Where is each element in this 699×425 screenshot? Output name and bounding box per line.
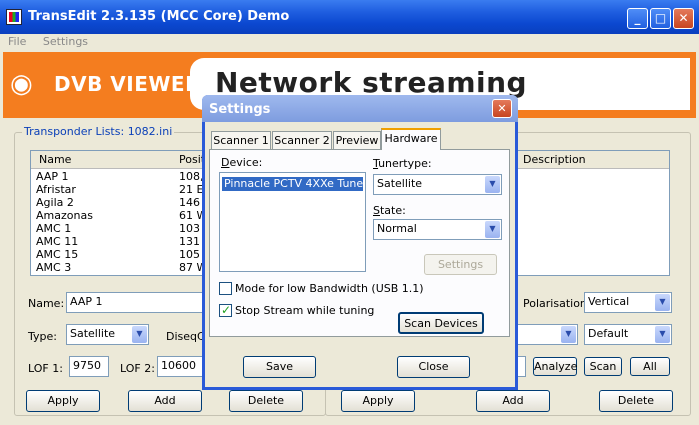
low-bandwidth-checkbox[interactable] xyxy=(219,282,232,295)
stop-stream-label: Stop Stream while tuning xyxy=(235,304,375,317)
low-bandwidth-label: Mode for low Bandwidth (USB 1.1) xyxy=(235,282,424,295)
list-item[interactable]: AMC 1 103 V xyxy=(36,223,209,235)
device-list[interactable]: Pinnacle PCTV 4XXe Tuner xyxy=(219,172,366,272)
maximize-icon[interactable]: □ xyxy=(650,8,671,29)
lof1-field[interactable]: 9750 xyxy=(69,356,109,377)
type-select[interactable]: Satellite ▼ xyxy=(66,324,149,345)
polarisation-select[interactable]: Vertical ▼ xyxy=(584,292,672,313)
column-description[interactable]: Description xyxy=(523,153,586,166)
broadcast-icon: ◉ xyxy=(10,69,33,99)
minimize-icon[interactable]: _ xyxy=(627,8,648,29)
stop-stream-checkbox[interactable] xyxy=(219,303,232,317)
menu-bar: File Settings xyxy=(0,34,699,50)
tab-scanner-2[interactable]: Scanner 2 xyxy=(272,131,332,149)
menu-file[interactable]: File xyxy=(0,34,31,48)
channel-add-button[interactable]: Add xyxy=(476,390,550,412)
analyze-button[interactable]: Analyze xyxy=(533,357,577,376)
scan-all-button[interactable]: All xyxy=(630,357,670,376)
name-field[interactable]: AAP 1 xyxy=(66,292,206,313)
scan-button[interactable]: Scan xyxy=(584,357,622,376)
dialog-title: Settings xyxy=(209,102,271,117)
close-button[interactable]: Close xyxy=(397,356,470,378)
list-item[interactable]: AMC 3 87 W xyxy=(36,262,207,274)
chevron-down-icon[interactable]: ▼ xyxy=(655,326,670,343)
diseqc-label: DiseqC xyxy=(166,330,205,343)
list-item[interactable]: AMC 11 131 V xyxy=(36,236,209,248)
list-item[interactable]: Agila 2 146 E xyxy=(36,197,209,209)
default-select[interactable]: Default ▼ xyxy=(584,324,672,345)
save-button[interactable]: Save xyxy=(243,356,316,378)
tab-preview[interactable]: Preview xyxy=(333,131,381,149)
list-item[interactable]: Amazonas 61 W xyxy=(36,210,207,222)
device-item-selected[interactable]: Pinnacle PCTV 4XXe Tuner xyxy=(222,177,365,191)
state-label: State: xyxy=(373,204,406,217)
state-select[interactable]: Normal ▼ xyxy=(373,219,502,240)
tunertype-label: Tunertype: xyxy=(373,157,432,170)
banner-logo: DVB VIEWER xyxy=(54,72,201,96)
list-item[interactable]: AMC 15 105 V xyxy=(36,249,209,261)
channel-list[interactable]: Description xyxy=(506,150,670,276)
chevron-down-icon[interactable]: ▼ xyxy=(655,294,670,311)
chevron-down-icon[interactable]: ▼ xyxy=(132,326,147,343)
transponder-lists-label: Transponder Lists: 1082.ini xyxy=(22,125,175,138)
apply-button[interactable]: Apply xyxy=(26,390,100,412)
settings-button[interactable]: Settings xyxy=(424,254,497,275)
channel-select[interactable]: ▼ xyxy=(512,324,578,345)
close-icon[interactable]: ✕ xyxy=(673,8,694,29)
tab-scanner-1[interactable]: Scanner 1 xyxy=(211,131,271,149)
channel-apply-button[interactable]: Apply xyxy=(341,390,415,412)
lof2-field[interactable]: 10600 xyxy=(157,356,203,377)
transponder-list[interactable]: Name Posit AAP 1 108,2 Afristar 21 E Agila… xyxy=(30,150,210,276)
scan-devices-button[interactable]: Scan Devices xyxy=(398,312,484,334)
lof1-label: LOF 1: xyxy=(28,362,63,375)
list-item[interactable]: Afristar 21 E xyxy=(36,184,203,196)
device-label: Device: xyxy=(221,156,263,169)
delete-button[interactable]: Delete xyxy=(229,390,303,412)
list-item[interactable]: AAP 1 108,2 xyxy=(36,171,209,183)
tab-hardware[interactable]: Hardware xyxy=(381,128,441,150)
chevron-down-icon[interactable]: ▼ xyxy=(485,176,500,193)
lof2-label: LOF 2: xyxy=(120,362,155,375)
type-label: Type: xyxy=(28,330,57,343)
column-name[interactable]: Name xyxy=(39,153,71,166)
window-title: TransEdit 2.3.135 (MCC Core) Demo xyxy=(28,9,290,24)
name-label: Name: xyxy=(28,297,65,310)
chevron-down-icon[interactable]: ▼ xyxy=(485,221,500,238)
app-icon xyxy=(6,9,22,25)
tunertype-select[interactable]: Satellite ▼ xyxy=(373,174,502,195)
menu-settings[interactable]: Settings xyxy=(35,34,93,48)
dialog-close-icon[interactable]: ✕ xyxy=(492,99,512,118)
chevron-down-icon[interactable]: ▼ xyxy=(561,326,576,343)
add-button[interactable]: Add xyxy=(128,390,202,412)
polarisation-label: Polarisation: xyxy=(523,297,591,310)
channel-delete-button[interactable]: Delete xyxy=(599,390,673,412)
